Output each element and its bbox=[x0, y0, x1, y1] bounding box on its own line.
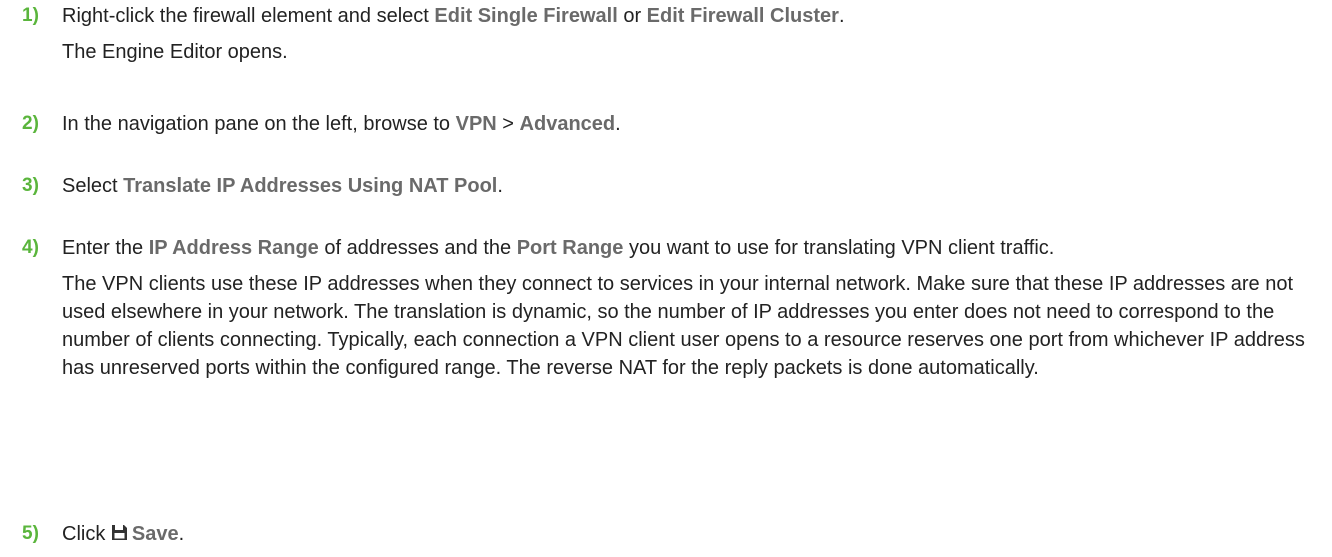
step-instruction: Right-click the firewall element and sel… bbox=[62, 2, 1322, 30]
step-body: In the navigation pane on the left, brow… bbox=[62, 110, 1322, 138]
instruction-text: > bbox=[496, 113, 520, 135]
ui-label-port-range: Port Range bbox=[516, 237, 624, 259]
ui-label-edit-firewall-cluster: Edit Firewall Cluster bbox=[646, 5, 839, 27]
instruction-text: . bbox=[497, 175, 503, 197]
ui-label-advanced: Advanced bbox=[519, 113, 616, 135]
step-number: 2) bbox=[22, 113, 39, 134]
step-body: Click Save. bbox=[62, 520, 1322, 548]
instruction-text: In the navigation pane on the left, brow… bbox=[62, 113, 456, 135]
step-number: 3) bbox=[22, 175, 39, 196]
step-number: 4) bbox=[22, 237, 39, 258]
ui-label-translate-ip-addresses: Translate IP Addresses Using NAT Pool bbox=[123, 175, 498, 197]
ui-label-ip-address-range: IP Address Range bbox=[148, 237, 319, 259]
instruction-text: Select bbox=[62, 175, 124, 197]
step-body: Select Translate IP Addresses Using NAT … bbox=[62, 172, 1322, 200]
instruction-text: of addresses and the bbox=[318, 237, 517, 259]
step-number: 5) bbox=[22, 523, 39, 544]
instruction-text: you want to use for translating VPN clie… bbox=[623, 237, 1055, 259]
step-result: The Engine Editor opens. bbox=[62, 41, 288, 63]
instruction-text: or bbox=[617, 5, 647, 27]
step-instruction: Enter the IP Address Range of addresses … bbox=[62, 234, 1322, 262]
ui-label-vpn: VPN bbox=[455, 113, 497, 135]
instruction-text: Click bbox=[62, 523, 111, 545]
step-instruction: Click Save. bbox=[62, 520, 1322, 548]
instruction-text: . bbox=[178, 523, 185, 545]
step-result: The VPN clients use these IP addresses w… bbox=[62, 273, 1305, 379]
step-body: Enter the IP Address Range of addresses … bbox=[62, 234, 1322, 382]
save-icon bbox=[111, 524, 128, 541]
instruction-text: . bbox=[615, 113, 621, 135]
step-instruction: Select Translate IP Addresses Using NAT … bbox=[62, 172, 1322, 200]
instruction-text: Enter the bbox=[62, 237, 149, 259]
step-instruction: In the navigation pane on the left, brow… bbox=[62, 110, 1322, 138]
ui-label-edit-single-firewall: Edit Single Firewall bbox=[434, 5, 618, 27]
ui-label-save: Save bbox=[131, 523, 179, 545]
step-number: 1) bbox=[22, 5, 39, 26]
instruction-text: Right-click the firewall element and sel… bbox=[62, 5, 435, 27]
instruction-text: . bbox=[838, 5, 845, 27]
step-body: Right-click the firewall element and sel… bbox=[62, 2, 1322, 66]
